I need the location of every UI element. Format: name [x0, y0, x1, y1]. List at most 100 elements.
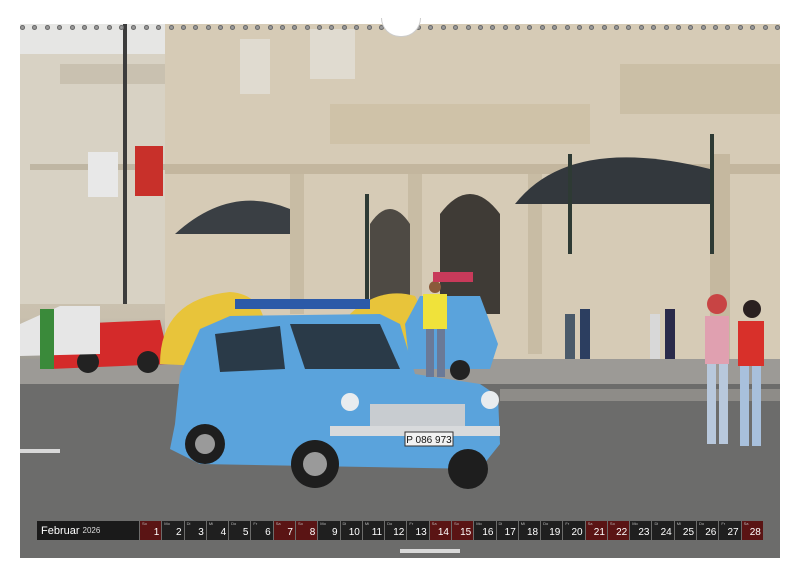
- calendar-day: Mi 25: [674, 521, 697, 540]
- day-of-week: Mo: [476, 521, 482, 526]
- month-name: Februar: [41, 524, 80, 537]
- binding-hole: [205, 24, 211, 30]
- day-of-week: Sa: [743, 521, 749, 526]
- street-sign: [433, 272, 473, 282]
- binding-hole: [341, 24, 347, 30]
- calendar-day: Fr 27: [719, 521, 741, 540]
- binding-hole: [750, 24, 756, 30]
- calendar-day: Mo 9: [318, 521, 340, 540]
- calendar-page: P 086 973 Februar 2026 So 1 Mo 2 Di 3 Mi…: [0, 0, 800, 577]
- calendar-day: Mi 18: [518, 521, 541, 540]
- binding-hole: [490, 24, 496, 30]
- day-of-week: Fr: [565, 521, 570, 526]
- day-number: 25: [682, 527, 695, 538]
- binding-hole: [774, 24, 780, 30]
- binding-hole: [576, 24, 582, 30]
- day-number: 5: [242, 527, 249, 538]
- binding-hole: [663, 24, 669, 30]
- white-flag: [88, 152, 118, 197]
- binding-hole: [57, 24, 63, 30]
- day-of-week: Mi: [520, 521, 526, 526]
- calendar-day: Sa 28: [741, 521, 763, 540]
- binding-hole: [688, 24, 694, 30]
- day-of-week: Do: [231, 521, 237, 526]
- binding-hole: [515, 24, 520, 30]
- day-number: 3: [198, 527, 204, 538]
- day-of-week: Mo: [632, 521, 638, 526]
- day-of-week: Sa: [431, 521, 437, 526]
- day-number: 22: [616, 527, 628, 538]
- street-scene-illustration: P 086 973: [20, 24, 780, 558]
- binding-hole: [168, 24, 174, 30]
- day-of-week: Do: [543, 521, 549, 526]
- binding-hole: [465, 24, 471, 30]
- binding-hole: [354, 24, 360, 30]
- binding-hole: [589, 24, 595, 30]
- binding-hole: [737, 24, 743, 30]
- day-number: 16: [482, 527, 494, 538]
- calendar-strip: Februar 2026 So 1 Mo 2 Di 3 Mi 4 Do 5 Fr 6 Sa 7 So 8 Mo 9…: [37, 521, 763, 540]
- binding-hole: [440, 24, 446, 30]
- binding-hole: [94, 24, 100, 30]
- binding-hole: [552, 24, 558, 30]
- binding-hole: [502, 24, 508, 30]
- license-plate: P 086 973: [406, 435, 452, 446]
- day-number: 24: [660, 527, 672, 538]
- day-number: 27: [727, 527, 739, 538]
- binding-hole: [267, 24, 273, 30]
- day-number: 11: [371, 527, 383, 538]
- binding-hole: [242, 24, 248, 30]
- day-number: 2: [176, 527, 182, 538]
- binding-hole: [317, 24, 322, 30]
- binding-hole: [255, 24, 261, 30]
- day-number: 7: [287, 527, 293, 538]
- calendar-day: Mi 11: [362, 521, 385, 540]
- binding-hole: [626, 24, 632, 30]
- day-number: 8: [309, 527, 316, 538]
- binding-hole: [539, 24, 545, 30]
- day-of-week: Sa: [275, 521, 281, 526]
- calendar-day: Di 10: [340, 521, 362, 540]
- day-number: 1: [153, 527, 160, 538]
- binding-hole: [366, 24, 372, 30]
- binding-hole: [428, 24, 434, 30]
- calendar-day: Do 12: [385, 521, 407, 540]
- calendar-day: Di 24: [652, 521, 674, 540]
- calendar-day: Fr 6: [251, 521, 273, 540]
- calendar-day: Fr 13: [407, 521, 429, 540]
- calendar-day: So 22: [607, 521, 630, 540]
- day-of-week: Do: [699, 521, 705, 526]
- binding-hole: [193, 24, 199, 30]
- binding-hole: [279, 24, 285, 30]
- day-of-week: Di: [342, 521, 347, 526]
- day-number: 18: [526, 527, 539, 538]
- binding-hole: [651, 24, 657, 30]
- binding-hole: [713, 24, 718, 30]
- day-number: 13: [415, 527, 427, 538]
- calendar-day: So 1: [140, 521, 162, 540]
- day-of-week: So: [297, 521, 303, 526]
- day-of-week: Mi: [364, 521, 370, 526]
- calendar-day: So 8: [295, 521, 318, 540]
- binding-hole: [44, 24, 50, 30]
- binding-hole: [725, 24, 731, 30]
- binding-hole: [564, 24, 570, 30]
- day-of-week: So: [453, 521, 459, 526]
- binding-hole: [292, 24, 298, 30]
- day-of-week: Do: [387, 521, 393, 526]
- calendar-day: Do 26: [697, 521, 719, 540]
- calendar-day: Sa 7: [273, 521, 295, 540]
- day-number: 19: [549, 527, 561, 538]
- binding-hole: [304, 24, 310, 30]
- month-label: Februar 2026: [37, 521, 139, 540]
- binding-hole: [143, 24, 149, 30]
- calendar-day: Do 19: [541, 521, 563, 540]
- binding-hole: [614, 24, 619, 30]
- binding-hole: [20, 24, 25, 30]
- day-of-week: Mo: [164, 521, 170, 526]
- binding-hole: [477, 24, 483, 30]
- day-of-week: Fr: [409, 521, 414, 526]
- calendar-day: Do 5: [229, 521, 251, 540]
- day-number: 15: [460, 527, 472, 538]
- day-of-week: Di: [654, 521, 659, 526]
